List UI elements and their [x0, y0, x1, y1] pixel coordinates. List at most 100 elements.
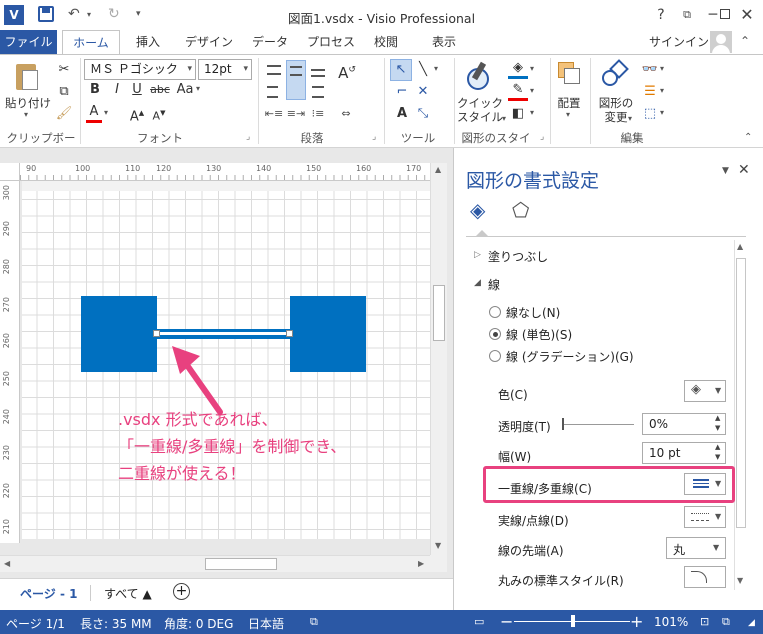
layers-dropdown-icon[interactable]: ▾	[660, 86, 664, 95]
fit-page-icon[interactable]: ⊡	[700, 615, 709, 628]
tab-home[interactable]: ホーム	[62, 30, 120, 55]
selection-handle-right[interactable]	[286, 330, 293, 337]
all-pages-button[interactable]: すべて ▲	[104, 585, 152, 602]
text-direction-icon[interactable]: A↺	[336, 60, 358, 83]
page-tab-1[interactable]: ページ - 1	[20, 585, 77, 602]
radio-no-line-label[interactable]: 線なし(N)	[506, 304, 560, 321]
paste-icon[interactable]	[14, 60, 40, 92]
redo-icon[interactable]: ↻	[108, 6, 120, 22]
scroll-thumb[interactable]	[433, 285, 445, 341]
scroll-left-icon[interactable]: ◀	[4, 559, 10, 568]
radio-no-line[interactable]	[489, 306, 501, 318]
status-macro-icon[interactable]: ⧉	[310, 615, 318, 629]
increase-indent-icon[interactable]: ≡⇥	[286, 104, 306, 124]
align-top-center-icon[interactable]	[286, 60, 306, 100]
change-shape-dropdown-icon[interactable]: ▾	[628, 114, 632, 123]
connection-point-icon[interactable]: ✕	[414, 82, 432, 102]
paragraph-dialog-launcher-icon[interactable]: ⌟	[372, 132, 376, 142]
text-tool-icon[interactable]: A	[392, 104, 412, 124]
zoom-out-button[interactable]: −	[500, 612, 513, 631]
arrange-button[interactable]: 配置	[550, 96, 588, 110]
switch-windows-icon[interactable]: ⧉	[722, 615, 730, 629]
line-color-picker[interactable]: ◈ ▼	[684, 380, 726, 402]
scroll-down-icon[interactable]: ▼	[435, 541, 441, 550]
close-button[interactable]: ✕	[734, 4, 760, 26]
horizontal-ruler[interactable]: 90 100 110 120 130 140 150 160 170	[20, 163, 447, 181]
change-case-button[interactable]: Aa	[174, 80, 196, 100]
pane-scroll-down-icon[interactable]: ▼	[737, 576, 743, 585]
font-name-dropdown-icon[interactable]: ▾	[187, 60, 192, 79]
grow-font-button[interactable]: A▲	[128, 103, 146, 127]
qat-customize-icon[interactable]: ▾	[136, 9, 141, 19]
tab-insert[interactable]: 挿入	[128, 30, 168, 54]
ribbon-collapse-icon[interactable]: ⌃	[744, 132, 752, 143]
bold-button[interactable]: B	[86, 80, 104, 100]
pane-scroll-up-icon[interactable]: ▲	[737, 242, 743, 251]
vertical-scrollbar[interactable]: ▲ ▼	[430, 163, 447, 555]
tab-file[interactable]: ファイル	[0, 30, 57, 54]
undo-icon[interactable]: ↶	[68, 6, 80, 22]
scroll-thumb[interactable]	[205, 558, 277, 570]
visio-app-icon[interactable]: V	[4, 5, 24, 25]
fill-dropdown-icon[interactable]: ▾	[530, 64, 534, 73]
selection-handle-left[interactable]	[153, 330, 160, 337]
quick-style-button[interactable]: クイック スタイル	[456, 96, 504, 124]
double-line-connector[interactable]	[157, 329, 290, 339]
scroll-right-icon[interactable]: ▶	[418, 559, 424, 568]
effects-dropdown-icon[interactable]: ▾	[530, 108, 534, 117]
shape-style-dialog-launcher-icon[interactable]: ⌟	[540, 132, 544, 142]
full-screen-icon[interactable]: ▭	[474, 615, 484, 628]
paste-dropdown-icon[interactable]: ▾	[24, 110, 28, 119]
fill-line-tab-icon[interactable]: ◈	[470, 198, 494, 222]
left-rectangle-shape[interactable]	[81, 296, 157, 372]
width-input[interactable]: 10 pt ▲ ▼	[642, 442, 726, 464]
tab-view[interactable]: 表示	[426, 30, 462, 54]
format-painter-icon[interactable]: 🖌	[54, 104, 74, 124]
width-spin-up-icon[interactable]: ▲	[715, 443, 720, 451]
line-section-collapse-icon[interactable]: ◢	[474, 278, 481, 288]
underline-button[interactable]: U	[128, 80, 146, 100]
font-name-combo[interactable]: ＭＳ Ｐゴシック ▾	[84, 59, 196, 80]
align-center-icon[interactable]	[308, 82, 328, 102]
line-color-icon[interactable]: ✎	[508, 82, 528, 101]
tab-data[interactable]: データ	[248, 30, 292, 54]
fill-section-expand-icon[interactable]: ▷	[474, 250, 481, 260]
pane-options-icon[interactable]: ▼	[722, 166, 729, 176]
status-page[interactable]: ページ 1/1	[6, 615, 65, 632]
line-section-header[interactable]: 線	[488, 276, 500, 293]
font-size-dropdown-icon[interactable]: ▾	[243, 60, 248, 79]
ribbon-display-icon[interactable]: ⧉	[674, 4, 700, 26]
resize-grip-icon[interactable]: ◢	[748, 618, 755, 628]
cut-icon[interactable]: ✂	[54, 60, 74, 80]
scroll-up-icon[interactable]: ▲	[435, 165, 441, 174]
copy-icon[interactable]: ⧉	[54, 82, 74, 102]
shrink-font-button[interactable]: A▼	[150, 103, 168, 127]
radio-gradient-line[interactable]	[489, 350, 501, 362]
effects-icon[interactable]: ◧	[508, 104, 528, 124]
cap-type-select[interactable]: 丸 ▼	[666, 537, 726, 559]
transparency-spin-down-icon[interactable]: ▼	[715, 424, 720, 432]
zoom-in-button[interactable]: +	[630, 612, 643, 631]
radio-solid-line[interactable]	[489, 328, 501, 340]
find-icon[interactable]: 👓	[640, 60, 660, 80]
undo-dropdown-icon[interactable]: ▾	[87, 10, 91, 19]
pane-scroll-thumb[interactable]	[736, 258, 746, 528]
transparency-input[interactable]: 0% ▲ ▼	[642, 413, 726, 435]
decrease-indent-icon[interactable]: ⇤≡	[264, 104, 284, 124]
paragraph-settings-icon[interactable]: ⇔	[336, 104, 356, 124]
width-spin-down-icon[interactable]: ▼	[715, 453, 720, 461]
select-icon[interactable]: ⬚	[640, 104, 660, 124]
align-top-left-icon[interactable]	[264, 60, 284, 80]
text-block-tool-icon[interactable]: ⤡	[414, 104, 432, 124]
tab-review[interactable]: 校閲	[370, 30, 402, 54]
vertical-ruler[interactable]: 300 290 280 270 260 250 240 230 220 210	[0, 181, 20, 543]
radio-gradient-line-label[interactable]: 線 (グラデーション)(G)	[506, 348, 634, 365]
pane-scrollbar[interactable]: ▲ ▼	[734, 240, 747, 590]
line-tool-icon[interactable]: ╲	[414, 60, 432, 80]
quick-style-icon[interactable]	[464, 61, 494, 92]
transparency-slider-thumb[interactable]	[562, 418, 564, 430]
tab-process[interactable]: プロセス	[302, 30, 360, 54]
zoom-slider-thumb[interactable]	[571, 615, 575, 627]
avatar[interactable]	[710, 31, 732, 53]
arrange-dropdown-icon[interactable]: ▾	[566, 110, 570, 119]
